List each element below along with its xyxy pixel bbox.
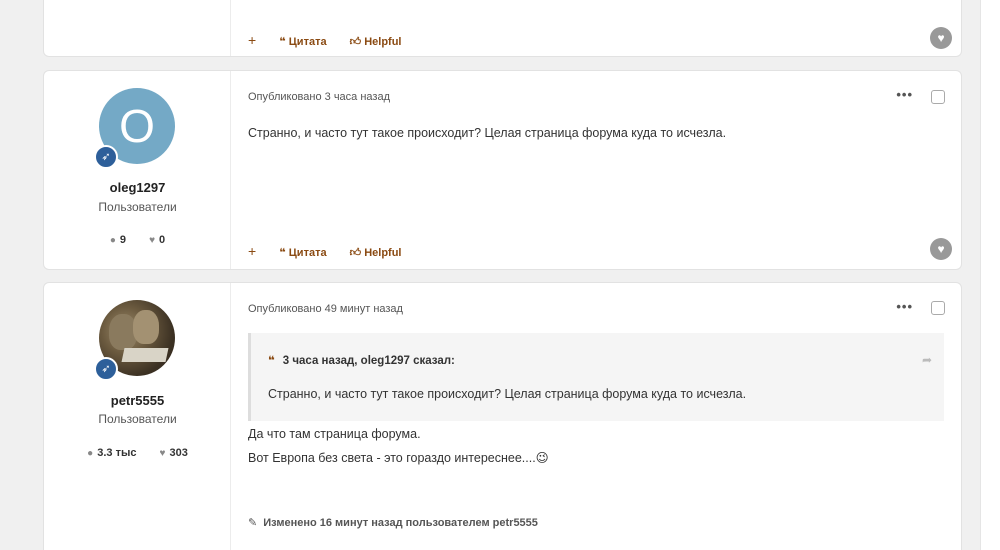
rank-badge-icon: ➶ xyxy=(94,145,118,169)
helpful-label: Helpful xyxy=(364,36,402,48)
quote-button[interactable]: ❝ Цитата xyxy=(279,247,326,259)
post: ➶ petr5555 Пользователи ● 3.3 тыс ♥ 303 Оп… xyxy=(43,282,962,550)
quote-header-text: 3 часа назад, oleg1297 сказал: xyxy=(282,355,455,367)
quote-icon: ❝ xyxy=(279,247,289,259)
helpful-button[interactable]: 👍︎ Helpful xyxy=(350,36,402,48)
rank-badge-icon: ➶ xyxy=(94,357,118,381)
post-partial: + ❝ Цитата 👍︎ Helpful ♥ xyxy=(43,0,962,57)
post-body-line: Вот Европа без света - это гораздо интер… xyxy=(248,451,549,465)
user-group: Пользователи xyxy=(98,412,177,426)
more-options-icon[interactable]: ••• xyxy=(896,87,913,102)
username-link[interactable]: oleg1297 xyxy=(44,180,231,195)
more-options-icon[interactable]: ••• xyxy=(896,299,913,314)
comment-icon: ● xyxy=(109,235,116,246)
thumbs-up-icon: 👍︎ xyxy=(349,36,365,48)
heart-small-icon: ♥ xyxy=(149,235,156,246)
edited-text: Изменено 16 минут назад пользователем pe… xyxy=(263,517,538,529)
edit-icon: ✎ xyxy=(248,517,258,529)
post-actions: + ❝ Цитата 👍︎ Helpful xyxy=(248,243,421,259)
share-arrow-icon[interactable]: ➦ xyxy=(922,353,932,367)
username-link[interactable]: petr5555 xyxy=(44,393,231,408)
avatar-letter: O xyxy=(119,100,155,152)
helpful-label: Helpful xyxy=(364,247,402,259)
post-content: + ❝ Цитата 👍︎ Helpful ♥ xyxy=(231,0,961,56)
post-author-panel: O ➶ oleg1297 Пользователи ● 9 ♥ 0 xyxy=(44,71,231,269)
quote-text: Странно, и часто тут такое происходит? Ц… xyxy=(268,387,747,401)
likes-count: ♥ 0 xyxy=(149,234,165,246)
quote-block: ❝ 3 часа назад, oleg1297 сказал: ➦ Странн… xyxy=(248,333,944,421)
quote-header[interactable]: ❝ 3 часа назад, oleg1297 сказал: xyxy=(268,353,455,367)
post-content: Опубликовано 49 минут назад ••• ❝ 3 часа … xyxy=(231,283,961,550)
post-author-panel xyxy=(44,0,231,56)
select-checkbox[interactable] xyxy=(931,90,945,104)
post-date[interactable]: Опубликовано 3 часа назад xyxy=(248,91,390,103)
helpful-button[interactable]: 👍︎ Helpful xyxy=(350,247,402,259)
quote-label: Цитата xyxy=(288,36,327,48)
edited-note: ✎ Изменено 16 минут назад пользователем p… xyxy=(248,516,538,529)
select-checkbox[interactable] xyxy=(931,301,945,315)
likes-count: ♥ 303 xyxy=(160,447,188,459)
user-group: Пользователи xyxy=(98,200,177,214)
heart-small-icon: ♥ xyxy=(159,448,166,459)
post-content: Опубликовано 3 часа назад ••• Странно, и… xyxy=(231,71,961,269)
comment-icon: ● xyxy=(87,448,94,459)
likes-count-value: 303 xyxy=(169,447,188,459)
user-stats: ● 3.3 тыс ♥ 303 xyxy=(44,447,231,459)
quote-icon: ❝ xyxy=(268,355,275,367)
heart-icon[interactable]: ♥ xyxy=(930,27,952,49)
likes-count-value: 0 xyxy=(159,234,166,246)
add-button[interactable]: + xyxy=(248,243,256,259)
heart-icon[interactable]: ♥ xyxy=(930,238,952,260)
add-button[interactable]: + xyxy=(248,32,256,48)
quote-button[interactable]: ❝ Цитата xyxy=(279,36,326,48)
post-body: Странно, и часто тут такое происходит? Ц… xyxy=(248,126,727,140)
right-sidebar xyxy=(980,0,1000,550)
forum-page: + ❝ Цитата 👍︎ Helpful ♥ O ➶ oleg1297 Пол… xyxy=(0,0,1000,550)
post-body-line: Да что там страница форума. xyxy=(248,427,421,441)
post: O ➶ oleg1297 Пользователи ● 9 ♥ 0 Опублико… xyxy=(43,70,962,270)
post-author-panel: ➶ petr5555 Пользователи ● 3.3 тыс ♥ 303 xyxy=(44,283,231,550)
thumbs-up-icon: 👍︎ xyxy=(349,247,365,259)
post-date[interactable]: Опубликовано 49 минут назад xyxy=(248,303,403,315)
quote-label: Цитата xyxy=(288,247,327,259)
post-count-value: 9 xyxy=(119,234,127,246)
post-count: ● 9 xyxy=(110,234,126,246)
post-count-value: 3.3 тыс xyxy=(97,447,137,459)
post-actions: + ❝ Цитата 👍︎ Helpful xyxy=(248,32,421,48)
post-count: ● 3.3 тыс xyxy=(87,447,136,459)
user-stats: ● 9 ♥ 0 xyxy=(44,234,231,246)
quote-icon: ❝ xyxy=(279,36,289,48)
